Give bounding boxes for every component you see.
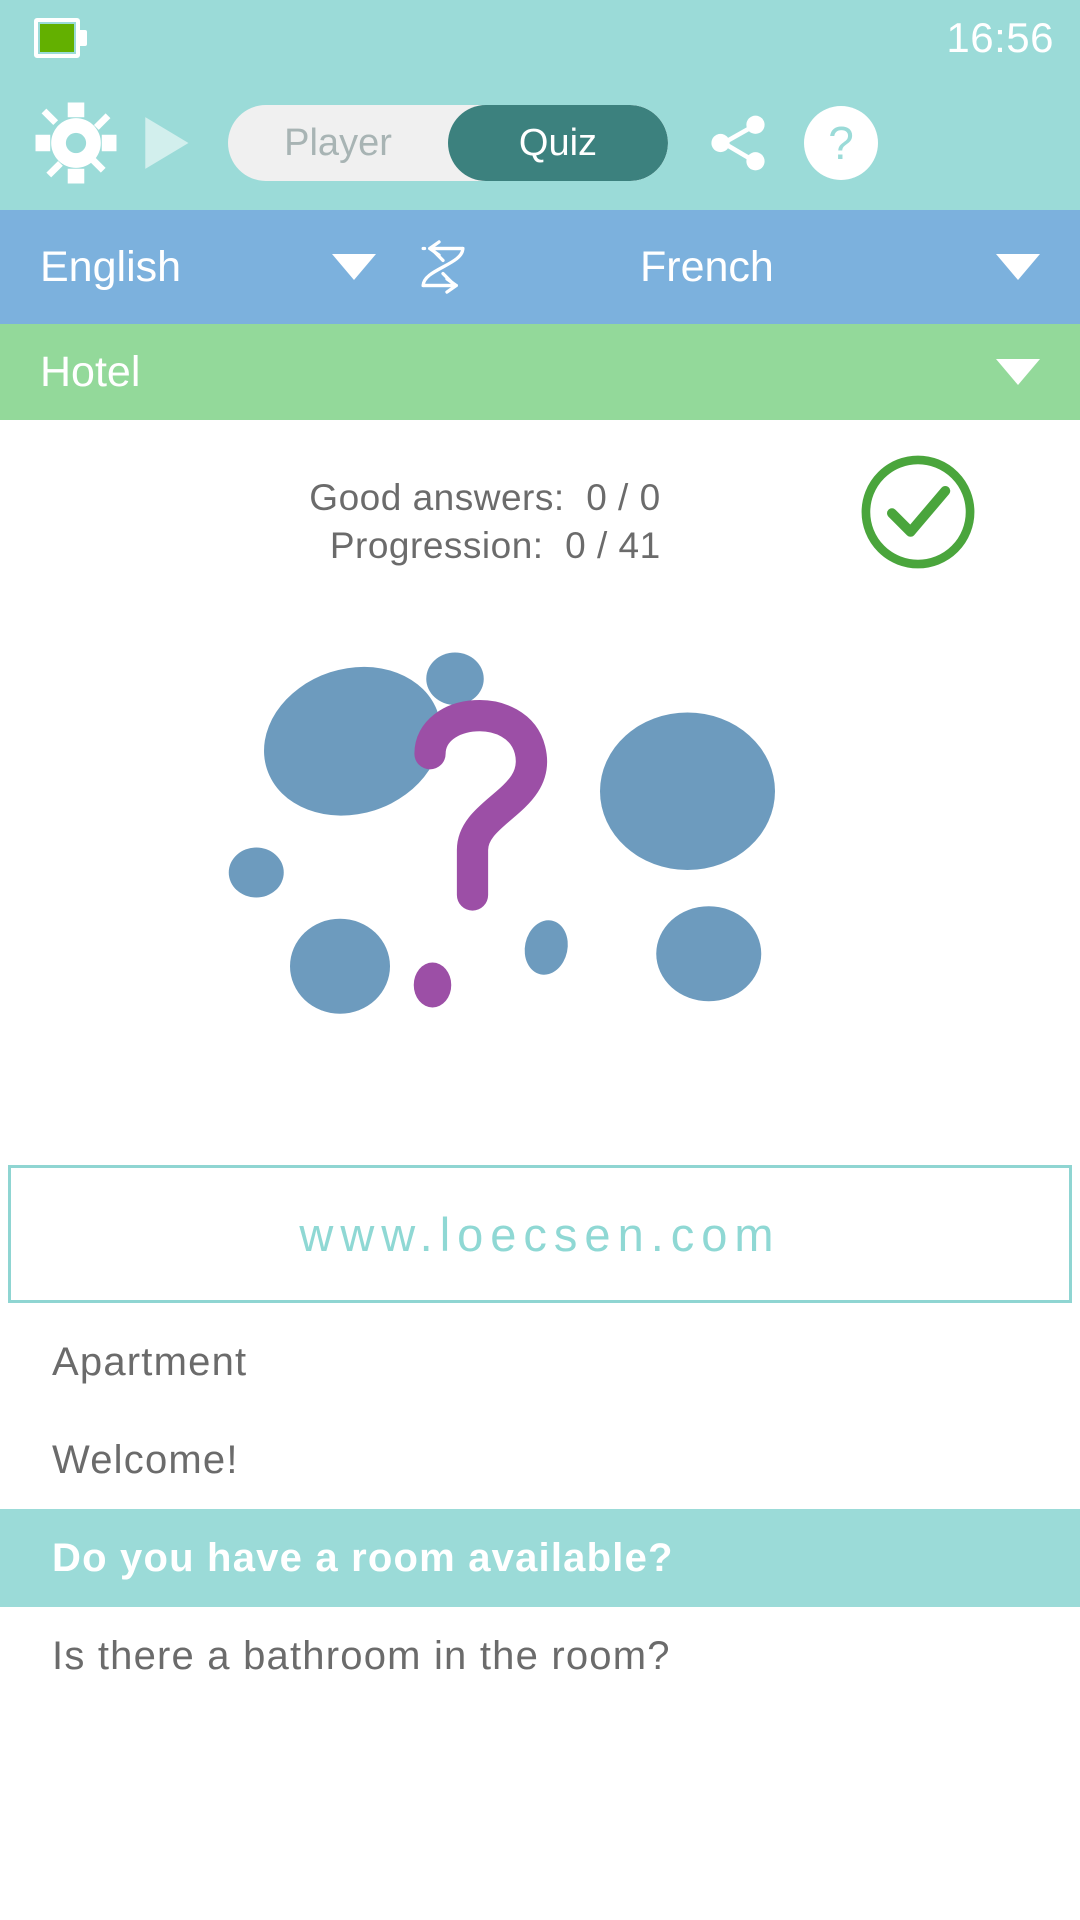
phrase-list: Apartment Welcome! Do you have a room av… (0, 1313, 1080, 1705)
share-icon[interactable] (698, 103, 778, 183)
tab-quiz[interactable]: Quiz (448, 105, 668, 181)
category-label: Hotel (40, 347, 141, 396)
score-text: Good answers: 0 / 0 Progression: 0 / 41 (309, 474, 660, 569)
list-item[interactable]: Apartment (0, 1313, 1080, 1411)
category-caret-down-icon[interactable] (996, 359, 1040, 385)
progression-row: Progression: 0 / 41 (329, 524, 661, 566)
list-item[interactable]: Do you have a room available? (0, 1509, 1080, 1607)
check-circle-icon[interactable] (856, 450, 980, 574)
website-url: www.loecsen.com (299, 1207, 781, 1261)
target-language-caret-down-icon[interactable] (996, 254, 1040, 280)
list-item[interactable]: Is there a bathroom in the room? (0, 1607, 1080, 1705)
good-answers-row: Good answers: 0 / 0 (309, 477, 661, 519)
swap-arrows-icon[interactable] (410, 234, 476, 300)
help-button[interactable]: ? (804, 106, 878, 180)
app-root: 16:56 Player Quiz ? English French Hotel… (0, 0, 1080, 1920)
score-panel: Good answers: 0 / 0 Progression: 0 / 41 (0, 420, 1080, 605)
source-language-select[interactable]: English (40, 243, 181, 292)
website-banner[interactable]: www.loecsen.com (8, 1165, 1072, 1303)
list-item[interactable]: Welcome! (0, 1411, 1080, 1509)
status-clock: 16:56 (946, 14, 1054, 61)
top-toolbar: Player Quiz ? (0, 76, 1080, 210)
category-bar[interactable]: Hotel (0, 324, 1080, 420)
language-bar: English French (0, 210, 1080, 324)
battery-icon (34, 18, 87, 58)
status-bar: 16:56 (0, 0, 1080, 76)
target-language-select[interactable]: French (640, 243, 774, 292)
tab-player[interactable]: Player (228, 105, 448, 181)
question-mark-blobs-illustration (0, 605, 1080, 1165)
mode-toggle[interactable]: Player Quiz (228, 105, 668, 181)
source-language-caret-down-icon[interactable] (332, 254, 376, 280)
play-icon[interactable] (126, 105, 202, 181)
gear-icon[interactable] (30, 97, 122, 189)
